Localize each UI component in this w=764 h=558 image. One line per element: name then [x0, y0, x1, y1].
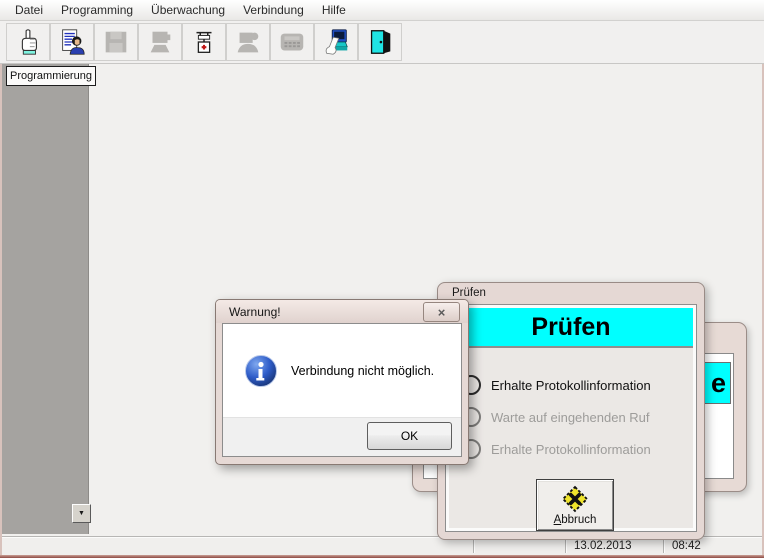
pruefen-dialog-title: Prüfen: [452, 287, 486, 299]
keypad-icon: [277, 27, 307, 57]
menu-hilfe[interactable]: Hilfe: [313, 1, 355, 19]
menu-verbindung[interactable]: Verbindung: [234, 1, 313, 19]
document-person-icon: [57, 27, 87, 57]
menu-bar: Datei Programming Überwachung Verbindung…: [0, 0, 764, 21]
device-connection-button[interactable]: [182, 23, 226, 61]
keypad-button: [270, 23, 314, 61]
chevron-down-icon: ▼: [78, 510, 85, 517]
warning-message: Verbindung nicht möglich.: [291, 364, 434, 378]
confirm-hand-button[interactable]: [6, 23, 50, 61]
receive-from-panel-button: [226, 23, 270, 61]
window-frame-left: [0, 0, 2, 558]
close-button[interactable]: ×: [423, 302, 460, 322]
exit-button[interactable]: [358, 23, 402, 61]
pointing-hand-icon: [13, 27, 43, 57]
status-separator: [473, 539, 474, 553]
pruefen-banner: Prüfen: [449, 308, 693, 348]
device-transfer-icon: [189, 27, 219, 57]
abbruch-button[interactable]: Abbruch: [536, 479, 614, 531]
hazard-diamond-icon: [560, 484, 590, 514]
save-button: [94, 23, 138, 61]
pruefen-dialog-panel: Prüfen Erhalte Protokollinformation Wart…: [446, 305, 696, 531]
menu-programming[interactable]: Programming: [52, 1, 142, 19]
application-window: Datei Programming Überwachung Verbindung…: [0, 0, 764, 558]
info-icon: [244, 354, 278, 388]
toolbar: [0, 21, 764, 64]
exit-door-icon: [365, 27, 395, 57]
protocol-report-button[interactable]: [314, 23, 358, 61]
computer-report-icon: [321, 27, 351, 57]
save-floppy-icon: [101, 27, 131, 57]
send-to-panel-button: [138, 23, 182, 61]
pruefen-step-3: Erhalte Protokollinformation: [461, 438, 687, 460]
computer-gray-icon: [145, 27, 175, 57]
warnung-title: Warnung!: [229, 305, 281, 319]
warnung-dialog: Warnung! × Verbindung nicht möglich.: [215, 299, 469, 465]
menu-datei[interactable]: Datei: [6, 1, 52, 19]
warnung-footer: OK: [223, 417, 461, 456]
tab-programmierung[interactable]: Programmierung: [6, 66, 96, 86]
menu-ueberwachung[interactable]: Überwachung: [142, 1, 234, 19]
sidebar-programmierung: [2, 64, 89, 534]
ok-button[interactable]: OK: [367, 422, 452, 450]
sidebar-scroll-down-button[interactable]: ▼: [72, 504, 91, 523]
customer-document-button[interactable]: [50, 23, 94, 61]
close-icon: ×: [438, 305, 446, 320]
warnung-body: Verbindung nicht möglich. OK: [222, 323, 462, 457]
pruefen-step-2: Warte auf eingehenden Ruf: [461, 406, 687, 428]
pruefen-step-1: Erhalte Protokollinformation: [461, 374, 687, 396]
computer-person-gray-icon: [233, 27, 263, 57]
pruefen-dialog: Prüfen Prüfen Erhalte Protokollinformati…: [437, 282, 705, 540]
